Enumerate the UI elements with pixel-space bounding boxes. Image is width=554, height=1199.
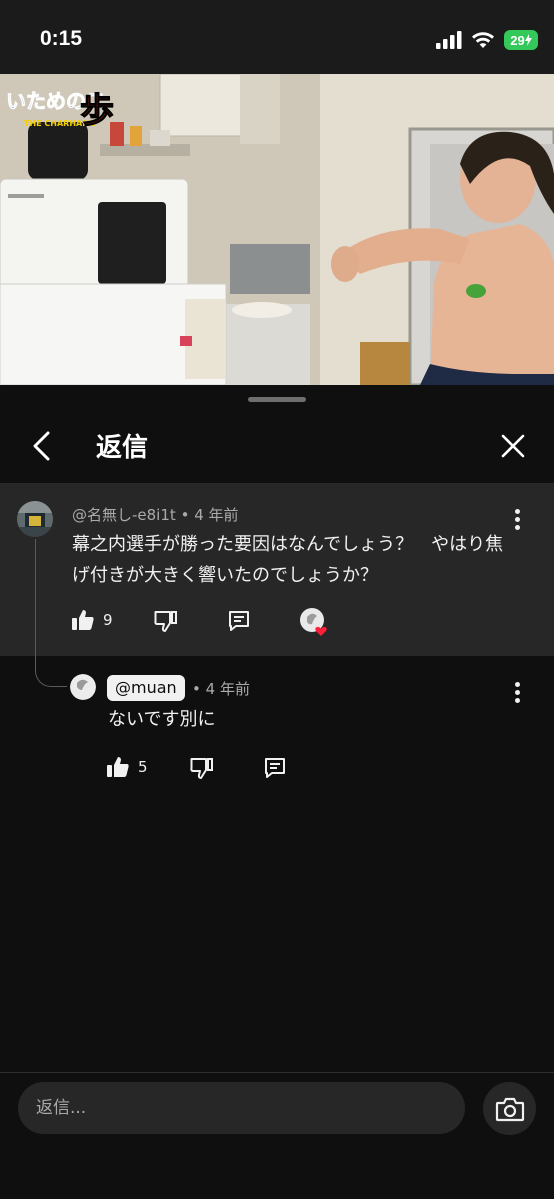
- parent-comment-avatar[interactable]: [17, 501, 53, 537]
- logo-kanji: 歩: [80, 91, 114, 131]
- reply-more-button[interactable]: [507, 679, 527, 705]
- status-time: 0:15: [40, 27, 83, 50]
- reply-comment-icon: [265, 758, 285, 778]
- creator-heart-icon: [299, 607, 331, 639]
- chevron-left-icon: [33, 431, 50, 461]
- reply-reply-button[interactable]: [263, 756, 287, 780]
- sheet-title: 返信: [96, 433, 149, 463]
- parent-comment: @名無し-e8i1t • 4 年前 幕之内選手が勝った要因はなんでしょう？ やは…: [0, 484, 554, 656]
- parent-comment-meta: @名無し-e8i1t • 4 年前: [72, 504, 239, 525]
- parent-like-button[interactable]: 9: [71, 608, 113, 632]
- battery-indicator: 29: [504, 30, 538, 50]
- thumbs-down-icon: [190, 758, 213, 779]
- back-button[interactable]: [26, 429, 56, 463]
- charging-bolt-icon: [524, 34, 532, 46]
- camera-icon: [495, 1097, 524, 1121]
- thumbs-up-icon: [72, 610, 94, 630]
- battery-level: 29: [510, 32, 525, 48]
- thread-connector-line: [35, 539, 67, 687]
- reply-like-count: 5: [138, 758, 148, 776]
- reply-meta: • 4 年前: [192, 678, 250, 699]
- reply-author-chip[interactable]: @muan: [107, 675, 185, 701]
- cellular-signal-icon: [436, 31, 462, 49]
- parent-comment-text: 幕之内選手が勝った要因はなんでしょう？ やはり焦げ付きが大きく響いたのでしょうか…: [72, 534, 504, 586]
- camera-button[interactable]: [483, 1082, 536, 1135]
- parent-like-count: 9: [103, 611, 113, 629]
- close-button[interactable]: [498, 431, 528, 461]
- status-bar: 0:15 29: [0, 0, 554, 74]
- thumbs-down-icon: [154, 611, 177, 632]
- reply-input[interactable]: [18, 1082, 465, 1134]
- meta-separator: •: [192, 680, 201, 698]
- sheet-grabber[interactable]: [248, 397, 306, 402]
- parent-reply-button[interactable]: [227, 609, 251, 633]
- reply-comment-icon: [229, 611, 249, 631]
- reply-time: 4 年前: [205, 680, 250, 698]
- meta-separator: •: [180, 506, 190, 524]
- wifi-icon: [472, 32, 494, 48]
- status-icons: 29: [436, 30, 538, 50]
- input-divider: [0, 1072, 554, 1073]
- thumbs-up-icon: [107, 757, 129, 777]
- reply-text: ないです別に: [108, 709, 216, 730]
- sheet-header: 返信: [0, 407, 554, 483]
- parent-comment-time: 4 年前: [194, 506, 239, 524]
- close-icon: [501, 434, 525, 458]
- parent-dislike-button[interactable]: [154, 609, 178, 633]
- reply-avatar[interactable]: [70, 674, 96, 700]
- reply-like-button[interactable]: 5: [106, 755, 148, 779]
- parent-comment-author[interactable]: @名無し-e8i1t: [72, 506, 176, 524]
- reply-dislike-button[interactable]: [190, 756, 214, 780]
- video-frame: いためのス THE CHARHANG 歩: [0, 74, 554, 385]
- video-player[interactable]: いためのス THE CHARHANG 歩: [0, 74, 554, 385]
- replies-sheet: 返信 @名無し-e8i1t • 4 年前 幕之内選手が勝った要因はなんでしょう？…: [0, 385, 554, 1199]
